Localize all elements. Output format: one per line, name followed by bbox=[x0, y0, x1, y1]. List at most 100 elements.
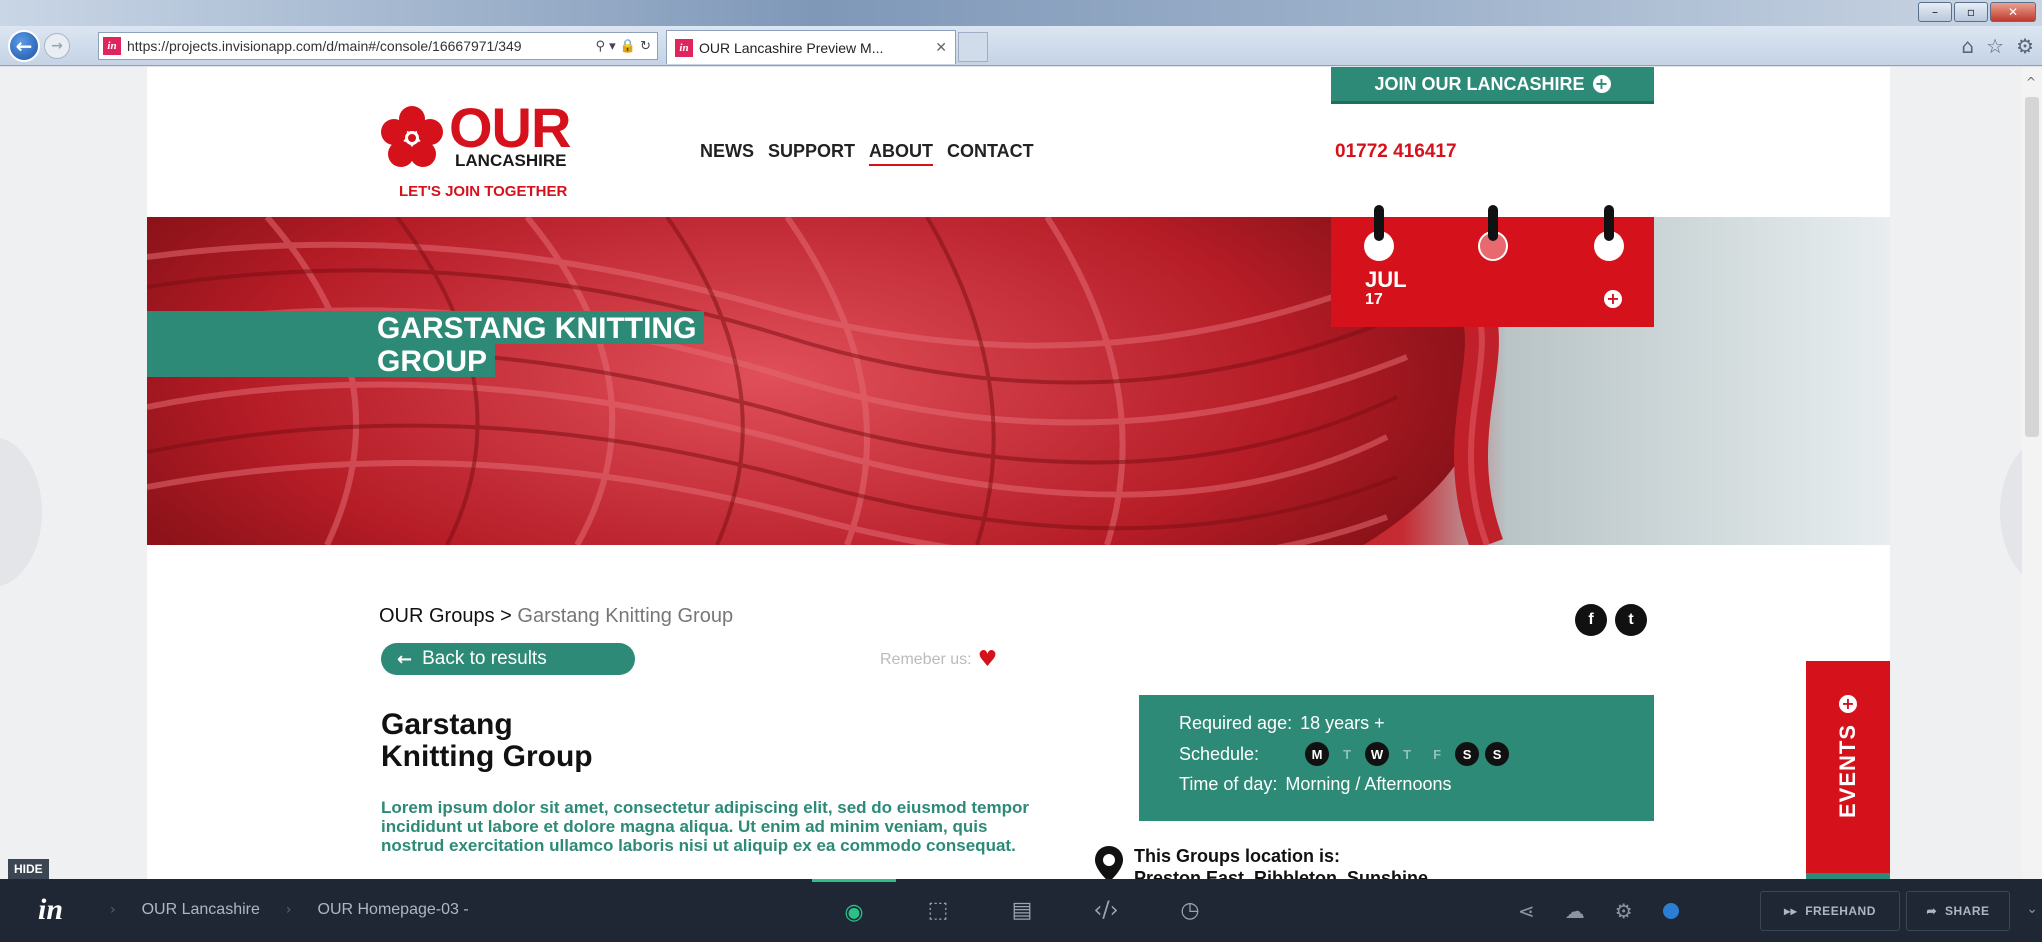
address-bar: ← → in https://projects.invisionapp.com/… bbox=[0, 26, 2042, 66]
main-navigation: NEWS SUPPORT ABOUT CONTACT bbox=[700, 141, 1034, 166]
home-icon[interactable]: ⌂ bbox=[1961, 34, 1974, 58]
freehand-icon: ▸▸ bbox=[1784, 904, 1798, 918]
invision-logo[interactable]: in bbox=[38, 893, 63, 927]
events-side-tab[interactable]: + EVENTS bbox=[1806, 661, 1890, 879]
schedule-row: Schedule: M T W T F S S bbox=[1179, 742, 1654, 766]
hide-toolbar-button[interactable]: HIDE bbox=[8, 859, 49, 879]
time-of-day-row: Time of day: Morning / Afternoons bbox=[1179, 774, 1654, 795]
scrollbar-thumb[interactable] bbox=[2025, 97, 2039, 437]
required-age-row: Required age: 18 years + bbox=[1179, 713, 1654, 734]
phone-number[interactable]: 01772 416417 bbox=[1335, 141, 1457, 163]
schedule-days: M T W T F S S bbox=[1305, 742, 1510, 766]
breadcrumb: OUR Groups > Garstang Knitting Group bbox=[379, 605, 733, 628]
group-description: Lorem ipsum dolor sit amet, consectetur … bbox=[381, 798, 1030, 855]
group-title-line-2: Knitting Group bbox=[381, 740, 593, 773]
nav-about[interactable]: ABOUT bbox=[869, 141, 934, 166]
location-value: Preston East, Ribbleton, Sunshine bbox=[1134, 868, 1429, 879]
calendar-ring-icon bbox=[1604, 205, 1614, 245]
forward-arrow-icon[interactable]: → bbox=[44, 33, 70, 59]
chevron-right-icon: › bbox=[110, 902, 116, 918]
day-monday: M bbox=[1305, 742, 1330, 766]
join-our-lancashire-button[interactable]: JOIN OUR LANCASHIRE + bbox=[1331, 67, 1654, 104]
toolbar-actions: ⋖ ☁ ⚙ bbox=[1518, 879, 1679, 942]
screen-name-dropdown[interactable]: OUR Homepage-03 - bbox=[318, 901, 469, 919]
remember-us[interactable]: Remeber us: ♥ bbox=[880, 649, 998, 671]
minimize-button[interactable]: – bbox=[1918, 2, 1952, 22]
group-info-box: Required age: 18 years + Schedule: M T W… bbox=[1139, 695, 1654, 821]
new-tab-button[interactable] bbox=[958, 32, 988, 62]
event-calendar-widget[interactable]: JUL 17 + bbox=[1331, 205, 1654, 327]
events-label: EVENTS bbox=[1835, 723, 1860, 819]
day-saturday: S bbox=[1455, 742, 1480, 766]
url-input[interactable]: in https://projects.invisionapp.com/d/ma… bbox=[98, 32, 658, 60]
project-breadcrumb: › OUR Lancashire › OUR Homepage-03 - bbox=[110, 901, 469, 919]
calendar-month: JUL bbox=[1365, 267, 1407, 292]
location-heading: This Groups location is: bbox=[1134, 846, 1341, 866]
project-name-link[interactable]: OUR Lancashire bbox=[142, 901, 260, 919]
status-dot[interactable] bbox=[1662, 902, 1679, 919]
breadcrumb-current: Garstang Knitting Group bbox=[517, 605, 734, 627]
settings-gear-icon[interactable]: ⚙ bbox=[1615, 899, 1633, 923]
freehand-button[interactable]: ▸▸ FREEHAND bbox=[1760, 891, 1900, 931]
cloud-sync-icon[interactable]: ☁ bbox=[1565, 899, 1585, 923]
inspect-mode-code-icon[interactable]: ‹/› bbox=[1064, 879, 1148, 942]
add-to-calendar-button[interactable]: + bbox=[1604, 290, 1622, 309]
favorites-star-icon[interactable]: ☆ bbox=[1986, 34, 2004, 58]
back-arrow-icon[interactable]: ← bbox=[8, 30, 40, 62]
prototype-page: JOIN OUR LANCASHIRE + OUR LANCASHIRE LET… bbox=[147, 67, 1890, 879]
invision-preview-viewport: ^ JOIN OUR LANCASHIRE + OUR LANCASHIRE L… bbox=[0, 67, 2042, 879]
share-button[interactable]: ➦ SHARE bbox=[1906, 891, 2010, 931]
close-window-button[interactable]: ✕ bbox=[1990, 2, 2036, 22]
preview-mode-eye-icon[interactable]: ◉ bbox=[812, 879, 896, 942]
comment-mode-icon[interactable]: ▤ bbox=[980, 879, 1064, 942]
browser-toolbar-icons: ⌂ ☆ ⚙ bbox=[1961, 34, 2034, 58]
group-location: This Groups location is: Preston East, R… bbox=[1094, 845, 1428, 879]
scroll-up-icon[interactable]: ^ bbox=[2026, 75, 2036, 89]
build-mode-icon[interactable]: ⬚ bbox=[896, 879, 980, 942]
day-thursday: T bbox=[1403, 746, 1412, 762]
url-actions-icon[interactable]: ⚲ ▾ 🔒 ↻ bbox=[589, 39, 657, 54]
history-clock-icon[interactable]: ◷ bbox=[1148, 879, 1232, 942]
share-network-icon[interactable]: ⋖ bbox=[1518, 899, 1535, 923]
chevron-down-icon[interactable]: ⌄ bbox=[2026, 901, 2038, 917]
our-lancashire-logo[interactable]: OUR LANCASHIRE LET'S JOIN TOGETHER bbox=[379, 96, 609, 201]
facebook-icon[interactable]: f bbox=[1575, 604, 1607, 636]
share-arrow-icon: ➦ bbox=[1926, 904, 1938, 918]
maximize-button[interactable]: ▫ bbox=[1954, 2, 1988, 22]
hero-title: GARSTANG KNITTING GROUP bbox=[147, 311, 705, 377]
back-to-results-button[interactable]: ← Back to results bbox=[381, 643, 635, 675]
page-scrollbar[interactable]: ^ bbox=[2022, 67, 2042, 879]
logo-tagline: LET'S JOIN TOGETHER bbox=[399, 183, 568, 200]
heart-icon[interactable]: ♥ bbox=[978, 649, 998, 671]
url-text[interactable]: https://projects.invisionapp.com/d/main#… bbox=[127, 38, 589, 54]
day-sunday: S bbox=[1485, 742, 1510, 766]
back-to-results-label: Back to results bbox=[422, 648, 547, 669]
day-tuesday: T bbox=[1343, 746, 1352, 762]
group-title: Garstang Knitting Group bbox=[381, 709, 593, 773]
required-age-value: 18 years + bbox=[1300, 713, 1385, 733]
window-titlebar: – ▫ ✕ bbox=[0, 0, 2042, 26]
schedule-label: Schedule: bbox=[1179, 743, 1260, 764]
invision-favicon-icon: in bbox=[675, 38, 693, 57]
calendar-ring-icon bbox=[1488, 205, 1498, 245]
chevron-right-icon: › bbox=[285, 902, 292, 918]
breadcrumb-our-groups[interactable]: OUR Groups > bbox=[379, 605, 512, 627]
nav-contact[interactable]: CONTACT bbox=[947, 141, 1034, 166]
settings-gear-icon[interactable]: ⚙ bbox=[2016, 34, 2034, 58]
nav-news[interactable]: NEWS bbox=[700, 141, 754, 166]
hero-title-line-1: GARSTANG KNITTING bbox=[147, 311, 705, 344]
tab-close-icon[interactable]: ✕ bbox=[935, 40, 947, 56]
tab-title: OUR Lancashire Preview M... bbox=[699, 39, 884, 56]
previous-screen-button[interactable] bbox=[0, 437, 42, 587]
remember-us-label: Remeber us: bbox=[880, 651, 972, 668]
logo-wordmark-lancashire: LANCASHIRE bbox=[455, 151, 567, 170]
day-wednesday: W bbox=[1365, 742, 1390, 766]
twitter-icon[interactable]: t bbox=[1615, 604, 1647, 636]
time-of-day-label: Time of day: bbox=[1179, 774, 1278, 794]
calendar-ring-icon bbox=[1374, 205, 1384, 245]
plus-circle-icon: + bbox=[1592, 75, 1611, 93]
nav-support[interactable]: SUPPORT bbox=[768, 141, 855, 166]
join-label: JOIN OUR LANCASHIRE bbox=[1374, 73, 1585, 94]
red-rose-logo-icon bbox=[381, 106, 443, 167]
browser-tab[interactable]: in OUR Lancashire Preview M... ✕ bbox=[666, 30, 956, 64]
